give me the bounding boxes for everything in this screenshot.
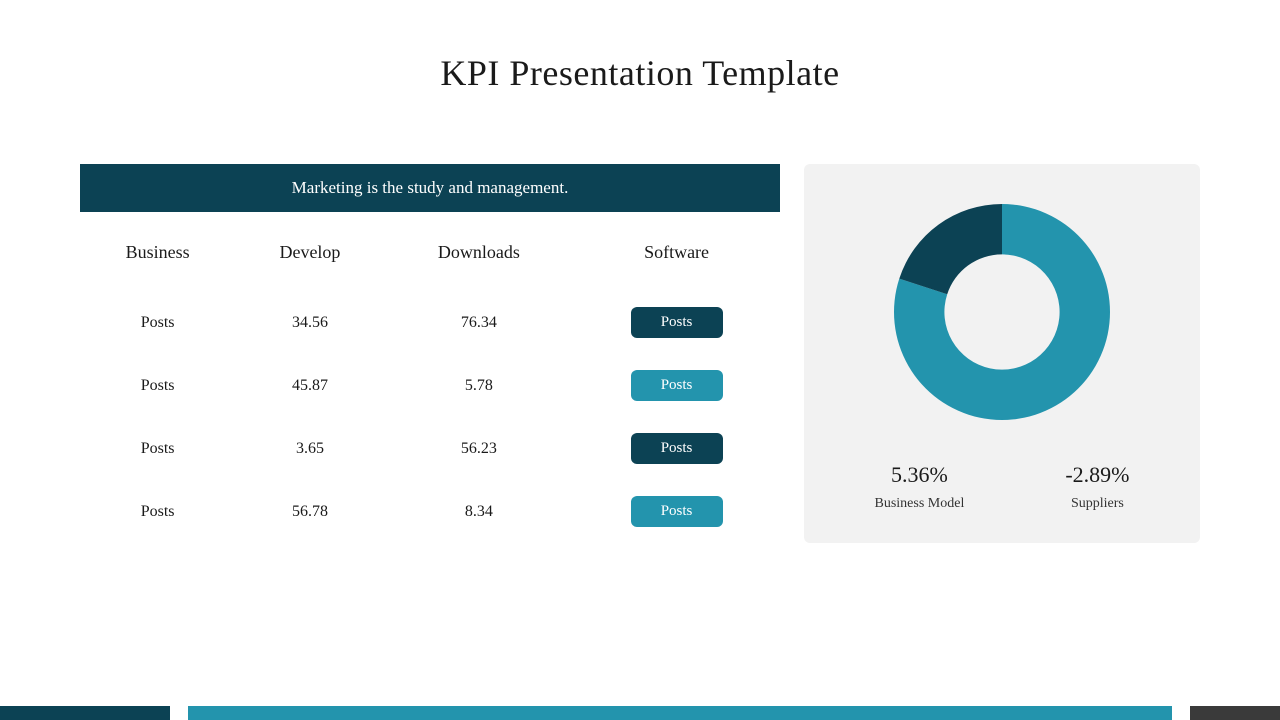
col-develop: Develop	[235, 224, 385, 291]
table-row: Posts3.6556.23Posts	[80, 417, 780, 480]
cell-develop: 56.78	[235, 480, 385, 543]
table-row: Posts45.875.78Posts	[80, 354, 780, 417]
table-row: Posts34.5676.34Posts	[80, 291, 780, 354]
donut-chart	[882, 192, 1122, 432]
cell-business: Posts	[80, 291, 235, 354]
posts-pill[interactable]: Posts	[631, 307, 723, 338]
cell-business: Posts	[80, 354, 235, 417]
stat-suppliers: -2.89% Suppliers	[1065, 462, 1129, 512]
chart-panel: 5.36% Business Model -2.89% Suppliers	[804, 164, 1200, 543]
cell-business: Posts	[80, 480, 235, 543]
donut-segment	[899, 204, 1002, 294]
footer-bar-teal	[188, 706, 1172, 720]
table-panel: Marketing is the study and management. B…	[80, 164, 780, 543]
cell-downloads: 56.23	[385, 417, 573, 480]
table-header-row: Business Develop Downloads Software	[80, 224, 780, 291]
cell-downloads: 8.34	[385, 480, 573, 543]
col-software: Software	[573, 224, 780, 291]
cell-software: Posts	[573, 417, 780, 480]
posts-pill[interactable]: Posts	[631, 496, 723, 527]
footer-bar-grey	[1190, 706, 1280, 720]
table-caption: Marketing is the study and management.	[80, 164, 780, 212]
content-area: Marketing is the study and management. B…	[0, 164, 1280, 543]
cell-software: Posts	[573, 354, 780, 417]
stats-row: 5.36% Business Model -2.89% Suppliers	[824, 462, 1180, 512]
stat-business-model: 5.36% Business Model	[875, 462, 965, 512]
col-downloads: Downloads	[385, 224, 573, 291]
stat-label: Suppliers	[1065, 496, 1129, 512]
cell-develop: 45.87	[235, 354, 385, 417]
cell-downloads: 5.78	[385, 354, 573, 417]
kpi-table: Business Develop Downloads Software Post…	[80, 224, 780, 543]
footer-bar-dark	[0, 706, 170, 720]
cell-develop: 34.56	[235, 291, 385, 354]
cell-develop: 3.65	[235, 417, 385, 480]
page-title: KPI Presentation Template	[0, 0, 1280, 94]
stat-label: Business Model	[875, 496, 965, 512]
cell-business: Posts	[80, 417, 235, 480]
cell-software: Posts	[573, 291, 780, 354]
posts-pill[interactable]: Posts	[631, 370, 723, 401]
posts-pill[interactable]: Posts	[631, 433, 723, 464]
col-business: Business	[80, 224, 235, 291]
footer-decor	[0, 706, 1280, 720]
stat-value: 5.36%	[875, 462, 965, 488]
table-row: Posts56.788.34Posts	[80, 480, 780, 543]
cell-downloads: 76.34	[385, 291, 573, 354]
stat-value: -2.89%	[1065, 462, 1129, 488]
cell-software: Posts	[573, 480, 780, 543]
